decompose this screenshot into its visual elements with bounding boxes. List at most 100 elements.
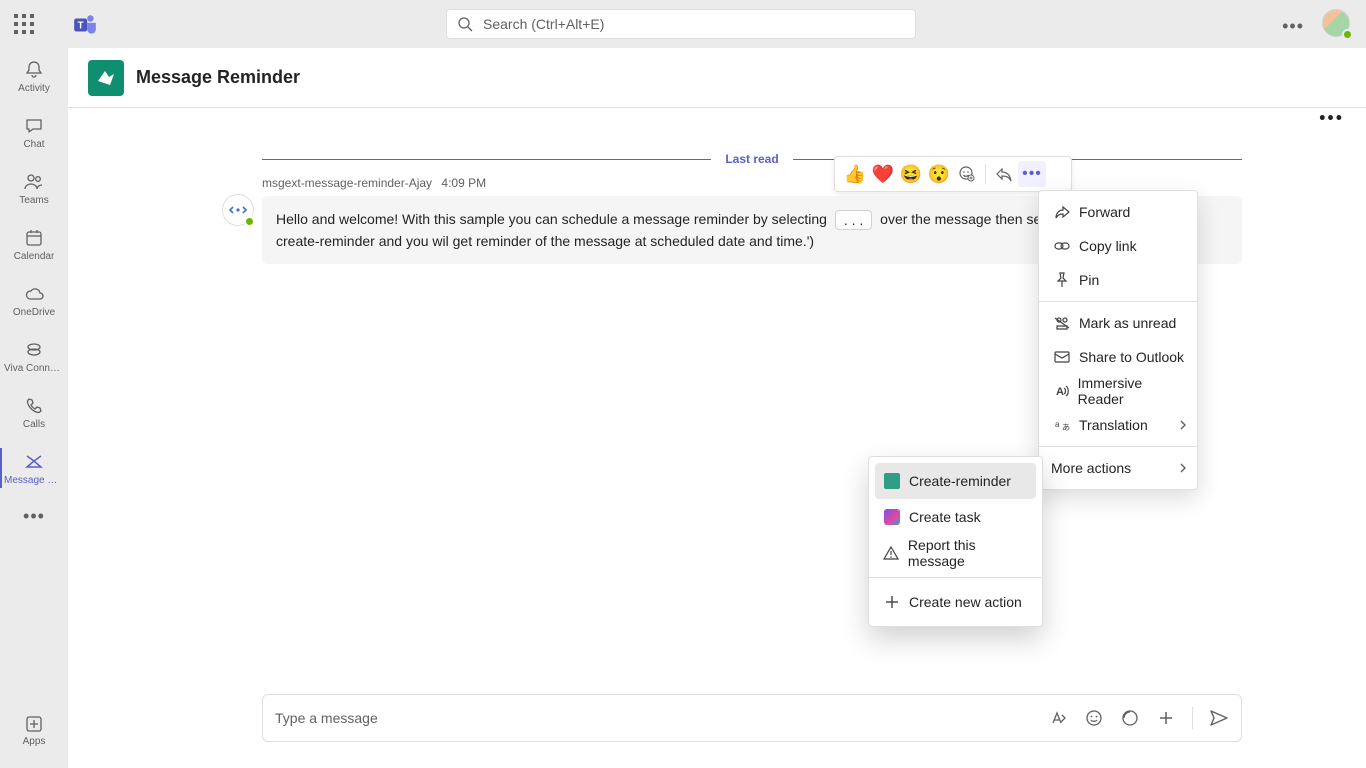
last-read-label: Last read [711,152,792,166]
react-like[interactable]: 👍 [841,164,869,185]
teams-logo-icon: T [72,12,98,38]
svg-text:a: a [1055,420,1060,429]
user-avatar[interactable] [1322,9,1352,39]
sender-name: msgext-message-reminder-Ajay [262,176,432,190]
emoji-icon[interactable] [1084,708,1104,728]
presence-badge [1342,29,1353,40]
message-reminder-icon [24,451,44,473]
forward-icon [1051,205,1073,219]
rail-label: Teams [19,195,48,206]
submenu-create-task[interactable]: Create task [869,499,1042,535]
pin-icon [1051,272,1073,288]
menu-label: Create task [909,509,981,525]
outlook-icon [1051,350,1073,364]
presence-badge [244,216,255,227]
rail-label: Message Re... [4,475,64,486]
bell-icon [24,59,44,81]
menu-label: Share to Outlook [1079,349,1184,365]
menu-immersive-reader[interactable]: A Immersive Reader [1039,374,1197,408]
calendar-icon [24,227,44,249]
rail-label: Calls [23,419,45,430]
chat-icon [24,115,44,137]
app-launcher-icon[interactable] [14,14,34,34]
format-icon[interactable] [1048,708,1068,728]
menu-share-outlook[interactable]: Share to Outlook [1039,340,1197,374]
translate-icon: aあ [1051,418,1073,432]
chevron-right-icon [1179,462,1187,474]
message-meta: msgext-message-reminder-Ajay 4:09 PM [262,176,486,190]
menu-label: Mark as unread [1079,315,1176,331]
menu-label: Translation [1079,417,1148,433]
viva-icon [24,339,44,361]
submenu-create-reminder[interactable]: Create-reminder [875,463,1036,499]
rail-activity[interactable]: Activity [0,48,68,104]
message-time: 4:09 PM [441,176,486,190]
menu-label: Report this message [908,537,1030,569]
rail-label: Chat [23,139,44,150]
app-avatar [88,60,124,96]
main-panel: Message Reminder ••• Last read msgext-me… [68,48,1366,768]
link-icon [1051,239,1073,253]
menu-label: More actions [1051,460,1131,476]
people-icon [23,171,45,193]
rail-more-icon[interactable]: ••• [0,496,68,536]
menu-more-actions[interactable]: More actions [1039,451,1197,485]
loop-icon[interactable] [1120,708,1140,728]
svg-text:T: T [78,20,84,31]
reader-icon: A [1051,384,1072,398]
ellipsis-chip: . . . [835,210,872,230]
search-icon [457,16,473,32]
menu-forward[interactable]: Forward [1039,195,1197,229]
menu-label: Create new action [909,594,1022,610]
menu-label: Pin [1079,272,1099,288]
chevron-right-icon [1179,419,1187,431]
app-icon [881,473,903,489]
page-title: Message Reminder [136,67,300,88]
svg-text:あ: あ [1062,423,1070,432]
rail-label: Activity [18,83,50,94]
rail-label: Calendar [14,251,55,262]
more-options-icon[interactable]: ••• [1018,161,1046,187]
warning-icon [881,545,902,561]
phone-icon [25,395,43,417]
rail-calls[interactable]: Calls [0,384,68,440]
unread-icon [1051,316,1073,330]
react-add-icon[interactable] [953,165,981,183]
rail-label: Viva Connec... [4,363,64,374]
send-icon[interactable] [1209,708,1229,728]
reply-icon[interactable] [990,166,1018,182]
react-surprised[interactable]: 😯 [925,164,953,185]
compose-placeholder: Type a message [275,710,1048,726]
menu-pin[interactable]: Pin [1039,263,1197,297]
search-placeholder: Search (Ctrl+Alt+E) [483,16,604,32]
settings-more-icon[interactable]: ••• [1282,16,1304,37]
rail-chat[interactable]: Chat [0,104,68,160]
rail-message-reminder[interactable]: Message Re... [0,440,68,496]
rail-onedrive[interactable]: OneDrive [0,272,68,328]
submenu-report-message[interactable]: Report this message [869,535,1042,571]
menu-label: Create-reminder [909,473,1011,489]
rail-calendar[interactable]: Calendar [0,216,68,272]
apps-icon [24,714,44,734]
rail-label: OneDrive [13,307,55,318]
menu-mark-unread[interactable]: Mark as unread [1039,306,1197,340]
chat-area: Last read msgext-message-reminder-Ajay 4… [68,108,1366,768]
menu-label: Immersive Reader [1078,375,1185,407]
react-heart[interactable]: ❤️ [869,164,897,185]
message-context-menu: Forward Copy link Pin Mark as unread Sha… [1038,190,1198,490]
title-bar: T Search (Ctrl+Alt+E) ••• [0,0,1366,48]
menu-label: Forward [1079,204,1130,220]
rail-label: Apps [23,736,46,747]
menu-translation[interactable]: aあ Translation [1039,408,1197,442]
reaction-toolbar: 👍 ❤️ 😆 😯 ••• [834,156,1072,192]
rail-apps[interactable]: Apps [0,702,68,758]
last-read-divider: Last read [262,151,1242,167]
react-laugh[interactable]: 😆 [897,164,925,185]
rail-viva[interactable]: Viva Connec... [0,328,68,384]
compose-box[interactable]: Type a message [262,694,1242,742]
menu-copy-link[interactable]: Copy link [1039,229,1197,263]
submenu-create-new-action[interactable]: Create new action [869,584,1042,620]
rail-teams[interactable]: Teams [0,160,68,216]
search-input[interactable]: Search (Ctrl+Alt+E) [446,9,916,39]
add-icon[interactable] [1156,708,1176,728]
